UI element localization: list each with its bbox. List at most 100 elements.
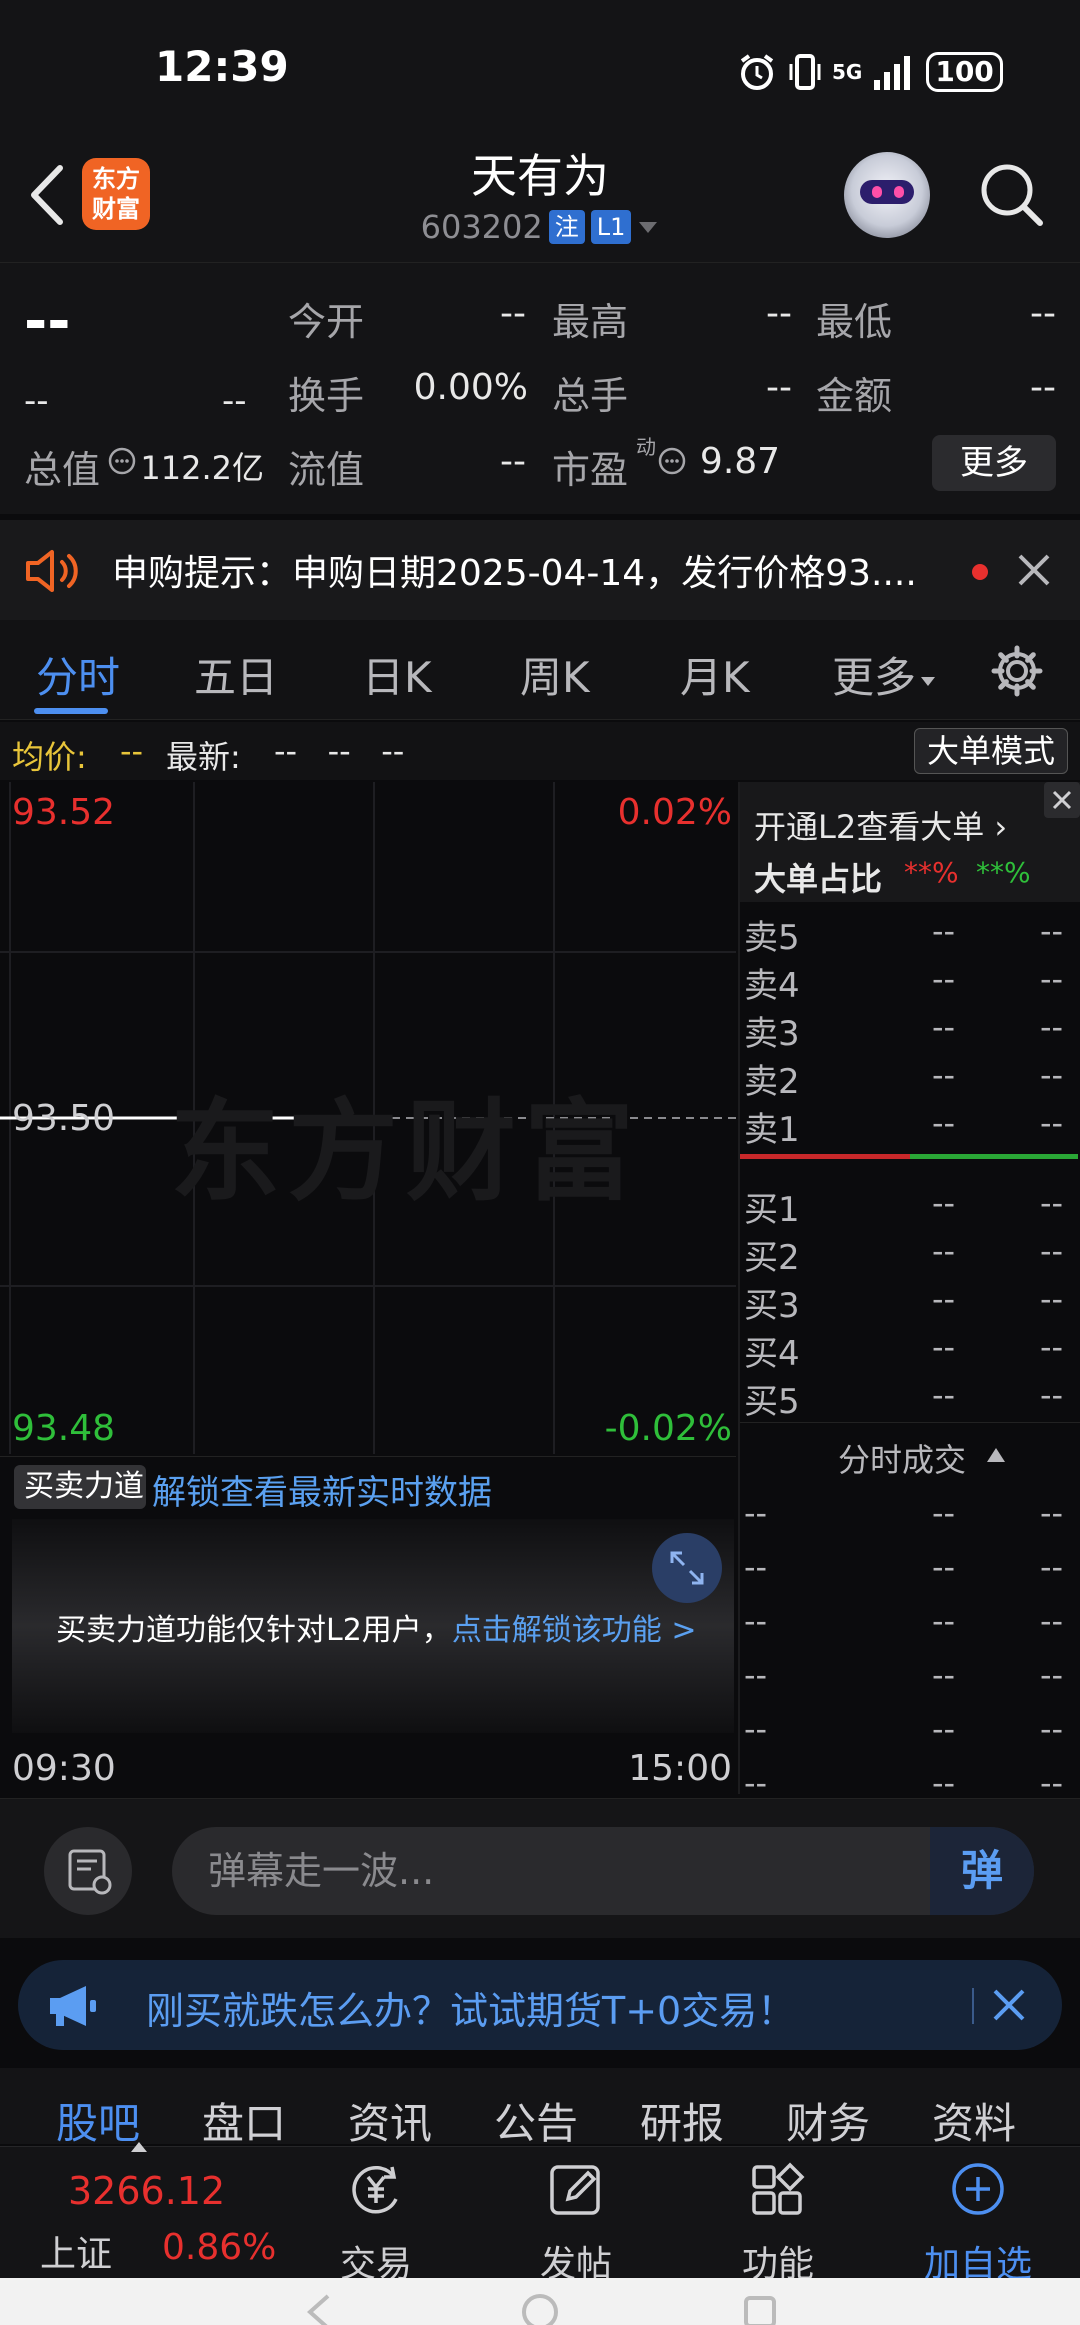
info-icon[interactable] — [108, 447, 136, 475]
tab-more-label: 更多 — [832, 653, 917, 702]
comment-settings-icon[interactable] — [44, 1827, 132, 1915]
open-l2-link[interactable]: 开通L2查看大单 › — [754, 802, 1007, 848]
y-axis-bottom-pct: -0.02% — [604, 1408, 732, 1449]
close-icon[interactable] — [1016, 552, 1052, 588]
nav-functions[interactable]: 功能 — [698, 2147, 858, 2285]
power-select-label: 买卖力道 — [24, 1469, 144, 1504]
trade-volume: -- — [1040, 1494, 1064, 1532]
watermark-text: 东方财富 — [170, 1088, 642, 1216]
grid-functions-icon — [752, 2162, 805, 2215]
big-order-mode-button[interactable]: 大单模式 — [914, 728, 1068, 774]
system-back-icon[interactable] — [300, 2292, 340, 2325]
robot-assistant-avatar[interactable] — [844, 152, 930, 238]
dropdown-arrow-icon — [637, 219, 659, 235]
trade-volume: -- — [1040, 1602, 1064, 1640]
chart-info-row: 均价: -- 最新: -- -- -- 大单模式 — [0, 722, 1080, 780]
system-home-icon[interactable] — [520, 2292, 560, 2325]
tab-daily-k[interactable]: 日K — [362, 644, 432, 705]
time-axis-start: 09:30 — [12, 1748, 116, 1789]
search-icon[interactable] — [975, 158, 1049, 232]
tab-order-book[interactable]: 盘口 — [202, 2090, 286, 2151]
trade-price: -- — [932, 1656, 956, 1694]
stock-code: 603202 — [420, 208, 543, 246]
sell-volume: -- — [1040, 960, 1064, 998]
status-time: 12:39 — [155, 42, 289, 91]
trade-volume: -- — [1040, 1764, 1064, 1802]
unlock-realtime-link[interactable]: 解锁查看最新实时数据 — [152, 1465, 492, 1514]
sell-level-label: 卖2 — [744, 1062, 800, 1102]
tab-news[interactable]: 资讯 — [348, 2090, 432, 2151]
big-order-ratio-label: 大单占比 — [754, 860, 883, 898]
amount-label: 金额 — [816, 374, 893, 418]
tab-financials[interactable]: 财务 — [786, 2090, 870, 2151]
edit-post-icon — [550, 2165, 600, 2215]
buy-price: -- — [932, 1232, 956, 1270]
futures-promo-banner[interactable]: 刚买就跌怎么办？试试期货T+0交易！ — [18, 1960, 1062, 2050]
pe-value: 9.87 — [699, 441, 781, 482]
latest-label: 最新: — [166, 738, 241, 776]
volume-label: 总手 — [552, 374, 629, 418]
trades-header[interactable]: 分时成交 — [740, 1422, 1080, 1482]
buy-volume: -- — [1040, 1232, 1064, 1270]
subscription-notice[interactable]: 申购提示：申购日期2025-04-14，发行价格93.... — [0, 520, 1080, 620]
tab-monthly-k[interactable]: 月K — [680, 644, 750, 705]
amount-value: -- — [1030, 367, 1056, 408]
buy-volume: -- — [1040, 1376, 1064, 1414]
sell-level-label: 卖4 — [744, 966, 800, 1006]
danmaku-input[interactable]: 弹幕走一波... — [172, 1827, 1034, 1915]
more-button[interactable]: 更多 — [932, 435, 1056, 491]
nav-trade[interactable]: 交易 — [296, 2147, 456, 2285]
sell-buy-divider-green — [910, 1154, 1078, 1159]
latest-values: -- -- -- — [274, 732, 405, 770]
turnover-value: 0.00% — [413, 367, 528, 408]
close-promo-icon[interactable] — [990, 1986, 1028, 2024]
vibrate-icon — [788, 52, 822, 92]
settings-gear-icon[interactable] — [990, 644, 1044, 698]
nav-add-watchlist[interactable]: 加自选 — [898, 2147, 1058, 2285]
volume-value: -- — [766, 367, 792, 408]
price-change-pct: -- — [222, 381, 247, 421]
pe-dynamic-mark: 动 — [636, 435, 656, 459]
intraday-chart[interactable]: 东方财富 93.52 0.02% 93.50 93.48 -0.02% — [0, 782, 736, 1454]
tab-announcements[interactable]: 公告 — [494, 2090, 578, 2151]
sell-volume: -- — [1040, 1008, 1064, 1046]
turnover-label: 换手 — [288, 374, 365, 418]
index-ticker[interactable]: 3266.12 上证 0.86% — [0, 2142, 276, 2279]
chart-tabs: 分时 五日 日K 周K 月K 更多 — [0, 620, 1080, 720]
tab-weekly-k[interactable]: 周K — [520, 644, 590, 705]
quote-panel: -- -- -- 今开 -- 最高 -- 最低 -- 换手 0.00% 总手 -… — [0, 262, 1080, 514]
sell-volume: -- — [1040, 1056, 1064, 1094]
trades-title: 分时成交 — [838, 1441, 967, 1479]
order-book-panel: 开通L2查看大单 › 大单占比 **% **% 卖5 -- -- 卖4 -- -- 卖3 --… — [738, 782, 1080, 1802]
bottom-nav: 3266.12 上证 0.86% 交易 发帖 功能 加自选 — [0, 2142, 1080, 2285]
tab-more[interactable]: 更多 — [832, 644, 936, 705]
power-lock-text: 买卖力道功能仅针对L2用户， — [56, 1613, 452, 1648]
close-l2-icon[interactable] — [1044, 782, 1080, 818]
sell-price: -- — [932, 960, 956, 998]
tab-five-day[interactable]: 五日 — [194, 644, 278, 705]
info-icon-pe[interactable] — [658, 447, 686, 475]
tab-profile[interactable]: 资料 — [932, 2090, 1016, 2151]
danmaku-send-button[interactable]: 弹 — [930, 1827, 1034, 1915]
buy-sell-power-section: 买卖力道 解锁查看最新实时数据 买卖力道功能仅针对L2用户，点击解锁该功能 > — [0, 1456, 736, 1742]
system-recents-icon[interactable] — [740, 2292, 780, 2325]
tab-guba[interactable]: 股吧 — [56, 2090, 140, 2151]
sell-level-label: 卖1 — [744, 1110, 800, 1150]
sell-volume: -- — [1040, 912, 1064, 950]
y-axis-bottom-price: 93.48 — [12, 1408, 116, 1449]
l2-promo-box[interactable]: 开通L2查看大单 › 大单占比 **% **% — [740, 782, 1080, 902]
sell-volume: -- — [1040, 1104, 1064, 1142]
high-value: -- — [766, 293, 792, 334]
trade-price: -- — [932, 1710, 956, 1748]
unlock-feature-link[interactable]: 点击解锁该功能 > — [452, 1613, 697, 1648]
big-order-ratio-green: **% — [976, 856, 1031, 889]
nav-post[interactable]: 发帖 — [496, 2147, 656, 2285]
trade-volume: -- — [1040, 1656, 1064, 1694]
unread-dot — [972, 564, 988, 580]
chevron-right-icon: › — [994, 808, 1008, 846]
tab-intraday[interactable]: 分时 — [36, 644, 120, 705]
power-indicator-select[interactable]: 买卖力道 — [14, 1465, 146, 1536]
power-lock-message: 买卖力道功能仅针对L2用户，点击解锁该功能 > — [56, 1605, 697, 1649]
tab-research[interactable]: 研报 — [640, 2090, 724, 2151]
expand-icon[interactable] — [652, 1533, 722, 1603]
